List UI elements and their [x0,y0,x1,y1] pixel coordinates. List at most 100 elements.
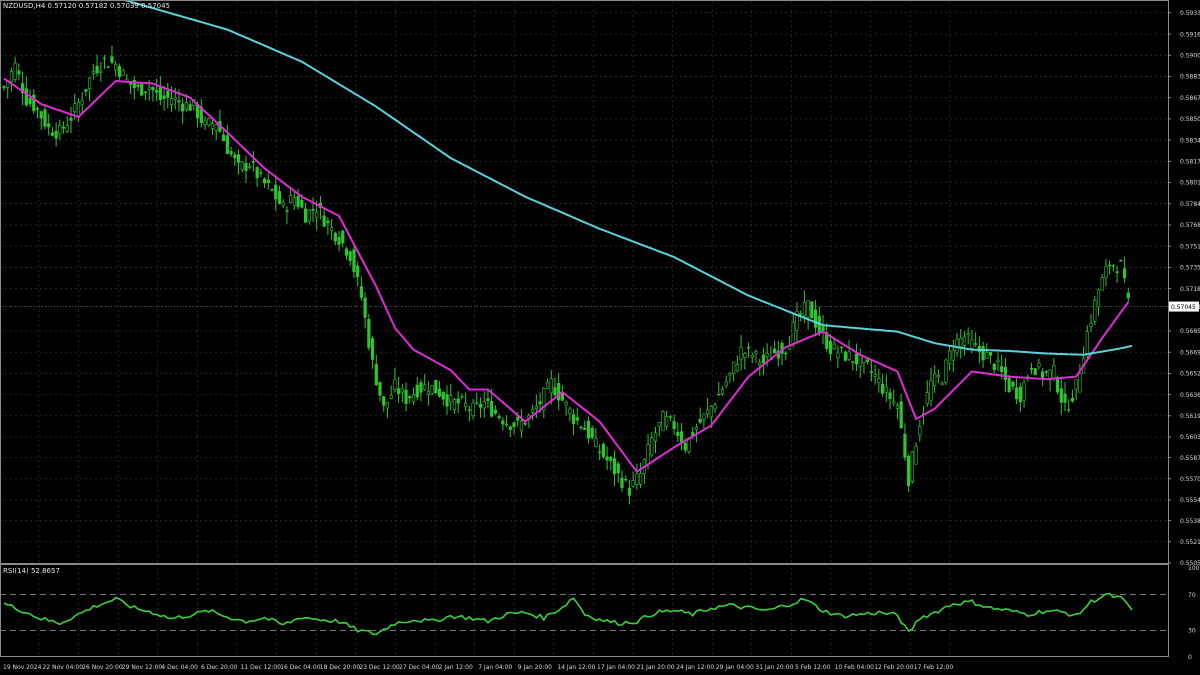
candle-body [914,446,918,465]
rsi-tick-label: 0 [1188,654,1192,661]
candle-body [344,248,349,256]
candle-body [437,388,442,397]
candle-body [627,487,632,496]
time-tick-label: 11 Dec 12:00 [241,664,282,671]
candle-body [411,394,416,403]
price-tick-label: 0.57845 [1180,201,1200,208]
candle-body [635,473,639,485]
time-tick-label: 17 Jan 04:00 [597,664,635,671]
candle-body [162,95,166,99]
time-tick-label: 31 Jan 20:00 [755,664,793,671]
candle-body [363,297,367,318]
candle-body [1093,299,1097,322]
candle-body [702,413,706,420]
candle-body [1018,386,1022,403]
candle-body [609,456,613,462]
candle-body [851,361,855,363]
candle-body [333,232,337,242]
candle-body [568,408,572,414]
time-tick-label: 24 Jan 12:00 [676,664,714,671]
candle-body [720,389,725,395]
candle-body [970,339,974,349]
candle-body [1033,368,1037,376]
candle-body [449,395,453,403]
candle-body [888,392,892,399]
price-tick-label: 0.56525 [1180,371,1200,378]
candle-body [490,401,494,417]
candle-body [478,404,483,408]
time-tick-label: 17 Feb 12:00 [914,664,954,671]
candle-body [1096,289,1101,308]
candle-body [583,427,587,430]
candle-body [743,352,747,358]
candle-body [594,438,598,447]
candle-body [840,346,844,349]
time-tick-label: 5 Feb 12:00 [795,664,831,671]
candle-body [728,372,732,376]
candle-body [102,57,107,60]
candle-body [296,196,300,207]
candle-body [24,88,28,106]
candle-body [277,191,282,204]
candle-body [646,444,650,465]
time-tick-label: 18 Dec 20:00 [320,664,361,671]
candle-body [464,402,468,408]
candle-body [1126,292,1130,299]
time-tick-label: 27 Dec 04:00 [399,664,440,671]
candle-body [385,402,390,409]
candle-body [106,66,110,68]
candle-body [992,363,996,371]
candle-body [35,108,40,110]
candle-body [828,340,833,355]
candle-body [400,388,404,393]
price-tick-label: 0.58670 [1180,95,1200,102]
candle-body [251,161,256,163]
rsi-tick-label: 30 [1188,628,1196,635]
price-tick-label: 0.56360 [1180,392,1200,399]
candle-body [1003,367,1008,380]
moving-average-slow [120,0,1133,356]
candle-body [456,398,460,404]
candle-body [270,189,274,191]
candle-body [996,359,1000,362]
time-tick-label: 14 Jan 12:00 [557,664,595,671]
price-tick-label: 0.57680 [1180,222,1200,229]
price-tick-label: 0.56195 [1180,413,1200,420]
candle-body [337,236,341,245]
candle-body [28,97,32,104]
candle-body [140,83,144,96]
candle-body [672,421,676,430]
candle-body [650,437,654,456]
candle-body [553,387,557,396]
time-tick-label: 29 Jan 04:00 [716,664,754,671]
candle-body [966,333,970,336]
candle-body [188,104,192,111]
candle-body [58,125,62,135]
candle-body [1111,265,1115,267]
candle-body [281,201,285,206]
rsi-line [3,592,1133,636]
candle-body [683,442,687,451]
candle-body [765,353,769,357]
price-tick-label: 0.57350 [1180,265,1200,272]
candle-body [545,381,550,389]
candle-body [869,371,874,373]
candle-body [1089,322,1093,327]
candle-body [933,373,937,386]
candle-body [158,87,162,100]
candle-body [504,423,509,426]
candle-body [1007,377,1011,392]
time-tick-label: 7 Jan 04:00 [478,664,512,671]
candle-body [802,302,806,316]
candle-body [43,109,47,127]
candle-body [300,199,304,208]
candle-body [1070,397,1075,402]
time-tick-label: 10 Feb 04:00 [835,664,875,671]
price-tick-label: 0.56690 [1180,349,1200,356]
candle-body [419,382,423,393]
candle-body [408,396,412,399]
candle-body [806,300,810,318]
candle-body [1011,381,1015,387]
candle-body [907,455,911,486]
price-tick-label: 0.57185 [1180,286,1200,293]
